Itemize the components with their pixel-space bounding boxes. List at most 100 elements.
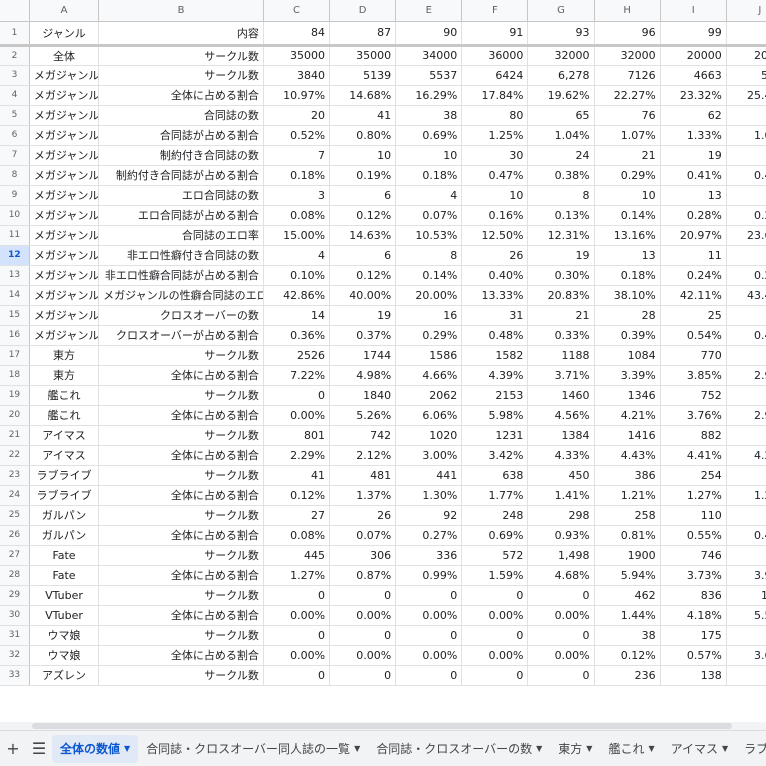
genre-cell[interactable]: メガジャンル bbox=[29, 325, 100, 346]
value-cell[interactable]: 4 bbox=[263, 245, 331, 266]
value-cell[interactable]: 0.57% bbox=[660, 645, 727, 666]
row-header[interactable]: 18 bbox=[0, 365, 30, 386]
value-cell[interactable]: 858 bbox=[726, 425, 766, 446]
value-cell[interactable]: 14.63% bbox=[329, 225, 397, 246]
row-header[interactable]: 27 bbox=[0, 545, 30, 566]
value-cell[interactable]: 0 bbox=[527, 665, 595, 686]
value-cell[interactable]: 90 bbox=[395, 21, 463, 47]
row-header[interactable]: 17 bbox=[0, 345, 30, 366]
genre-cell[interactable]: 全体 bbox=[29, 45, 100, 66]
row-header[interactable]: 2 bbox=[0, 45, 30, 66]
value-cell[interactable]: 96 bbox=[594, 21, 661, 47]
value-cell[interactable]: 0.00% bbox=[527, 605, 595, 626]
value-cell[interactable]: 1.21% bbox=[594, 485, 661, 506]
value-cell[interactable]: 0.00% bbox=[527, 645, 595, 666]
genre-cell[interactable]: ウマ娘 bbox=[29, 625, 100, 646]
value-cell[interactable]: 3.76% bbox=[660, 405, 727, 426]
value-cell[interactable]: 782 bbox=[726, 545, 766, 566]
value-cell[interactable]: 2.98% bbox=[726, 405, 766, 426]
value-cell[interactable]: 0 bbox=[329, 585, 397, 606]
value-cell[interactable]: 26 bbox=[329, 505, 397, 526]
genre-cell[interactable]: VTuber bbox=[29, 585, 100, 606]
value-cell[interactable]: 10 bbox=[329, 145, 397, 166]
value-cell[interactable]: 21 bbox=[594, 145, 661, 166]
value-cell[interactable]: 0.37% bbox=[329, 325, 397, 346]
content-cell[interactable]: サークル数 bbox=[98, 45, 264, 66]
value-cell[interactable]: 0 bbox=[461, 585, 529, 606]
content-cell[interactable]: サークル数 bbox=[98, 585, 264, 606]
column-header-i[interactable]: I bbox=[660, 0, 727, 22]
value-cell[interactable]: 2153 bbox=[461, 385, 529, 406]
row-header[interactable]: 12 bbox=[0, 245, 30, 266]
value-cell[interactable]: 386 bbox=[594, 465, 661, 486]
value-cell[interactable]: 80 bbox=[461, 105, 529, 126]
value-cell[interactable]: 0.29% bbox=[594, 165, 661, 186]
value-cell[interactable]: 5.98% bbox=[461, 405, 529, 426]
value-cell[interactable]: 0.12% bbox=[329, 205, 397, 226]
value-cell[interactable]: 13.33% bbox=[461, 285, 529, 306]
row-header[interactable]: 19 bbox=[0, 385, 30, 406]
value-cell[interactable]: 19 bbox=[660, 145, 727, 166]
value-cell[interactable]: 248 bbox=[461, 505, 529, 526]
genre-cell[interactable]: アイマス bbox=[29, 425, 100, 446]
row-header[interactable]: 32 bbox=[0, 645, 30, 666]
value-cell[interactable]: 3.91% bbox=[726, 565, 766, 586]
value-cell[interactable]: 0.00% bbox=[263, 605, 331, 626]
value-cell[interactable]: 0.00% bbox=[263, 405, 331, 426]
value-cell[interactable]: 41 bbox=[263, 465, 331, 486]
column-header-e[interactable]: E bbox=[395, 0, 463, 22]
value-cell[interactable]: 572 bbox=[461, 545, 529, 566]
row-header[interactable]: 6 bbox=[0, 125, 30, 146]
value-cell[interactable]: 19.62% bbox=[527, 85, 595, 106]
value-cell[interactable]: 0.24% bbox=[660, 265, 727, 286]
content-cell[interactable]: サークル数 bbox=[98, 425, 264, 446]
row-header[interactable]: 20 bbox=[0, 405, 30, 426]
value-cell[interactable]: 4.68% bbox=[527, 565, 595, 586]
value-cell[interactable]: 882 bbox=[660, 425, 727, 446]
content-cell[interactable]: 全体に占める割合 bbox=[98, 605, 264, 626]
value-cell[interactable]: 4.41% bbox=[660, 445, 727, 466]
genre-cell[interactable]: ガルパン bbox=[29, 505, 100, 526]
value-cell[interactable]: 20000 bbox=[660, 45, 727, 66]
value-cell[interactable]: 2062 bbox=[395, 385, 463, 406]
genre-cell[interactable]: 東方 bbox=[29, 365, 100, 386]
content-cell[interactable]: 制約付き合同誌が占める割合 bbox=[98, 165, 264, 186]
value-cell[interactable]: 101 bbox=[726, 21, 766, 47]
content-cell[interactable]: 全体に占める割合 bbox=[98, 645, 264, 666]
value-cell[interactable]: 12.50% bbox=[461, 225, 529, 246]
value-cell[interactable]: 4.21% bbox=[594, 405, 661, 426]
value-cell[interactable]: 20.83% bbox=[527, 285, 595, 306]
value-cell[interactable]: 10 bbox=[395, 145, 463, 166]
value-cell[interactable]: 0.47% bbox=[461, 165, 529, 186]
content-cell[interactable]: サークル数 bbox=[98, 625, 264, 646]
genre-cell[interactable]: メガジャンル bbox=[29, 305, 100, 326]
genre-cell[interactable]: メガジャンル bbox=[29, 125, 100, 146]
value-cell[interactable]: 0.18% bbox=[263, 165, 331, 186]
caret-down-icon[interactable]: ▼ bbox=[536, 744, 542, 753]
value-cell[interactable]: 0.00% bbox=[461, 605, 529, 626]
content-cell[interactable]: サークル数 bbox=[98, 385, 264, 406]
column-header-j[interactable]: J bbox=[726, 0, 766, 22]
value-cell[interactable]: 0.38% bbox=[527, 165, 595, 186]
value-cell[interactable]: 4.43% bbox=[594, 445, 661, 466]
genre-cell[interactable]: メガジャンル bbox=[29, 225, 100, 246]
content-cell[interactable]: サークル数 bbox=[98, 345, 264, 366]
value-cell[interactable]: 0.81% bbox=[594, 525, 661, 546]
row-header[interactable]: 22 bbox=[0, 445, 30, 466]
caret-down-icon[interactable]: ▼ bbox=[354, 744, 360, 753]
content-cell[interactable]: メガジャンルの性癖合同誌のエロ率 bbox=[98, 285, 264, 306]
content-cell[interactable]: 全体に占める割合 bbox=[98, 365, 264, 386]
value-cell[interactable]: 110 bbox=[660, 505, 727, 526]
value-cell[interactable]: 13 bbox=[660, 185, 727, 206]
genre-cell[interactable]: メガジャンル bbox=[29, 85, 100, 106]
value-cell[interactable]: 0.00% bbox=[395, 605, 463, 626]
value-cell[interactable]: 0.36% bbox=[263, 325, 331, 346]
value-cell[interactable]: 1744 bbox=[329, 345, 397, 366]
select-all-corner[interactable] bbox=[0, 0, 30, 22]
value-cell[interactable]: 8 bbox=[527, 185, 595, 206]
value-cell[interactable]: 8 bbox=[395, 245, 463, 266]
value-cell[interactable]: 7126 bbox=[594, 65, 661, 86]
value-cell[interactable]: 1020 bbox=[395, 425, 463, 446]
value-cell[interactable]: 13.16% bbox=[594, 225, 661, 246]
value-cell[interactable]: 0 bbox=[263, 385, 331, 406]
